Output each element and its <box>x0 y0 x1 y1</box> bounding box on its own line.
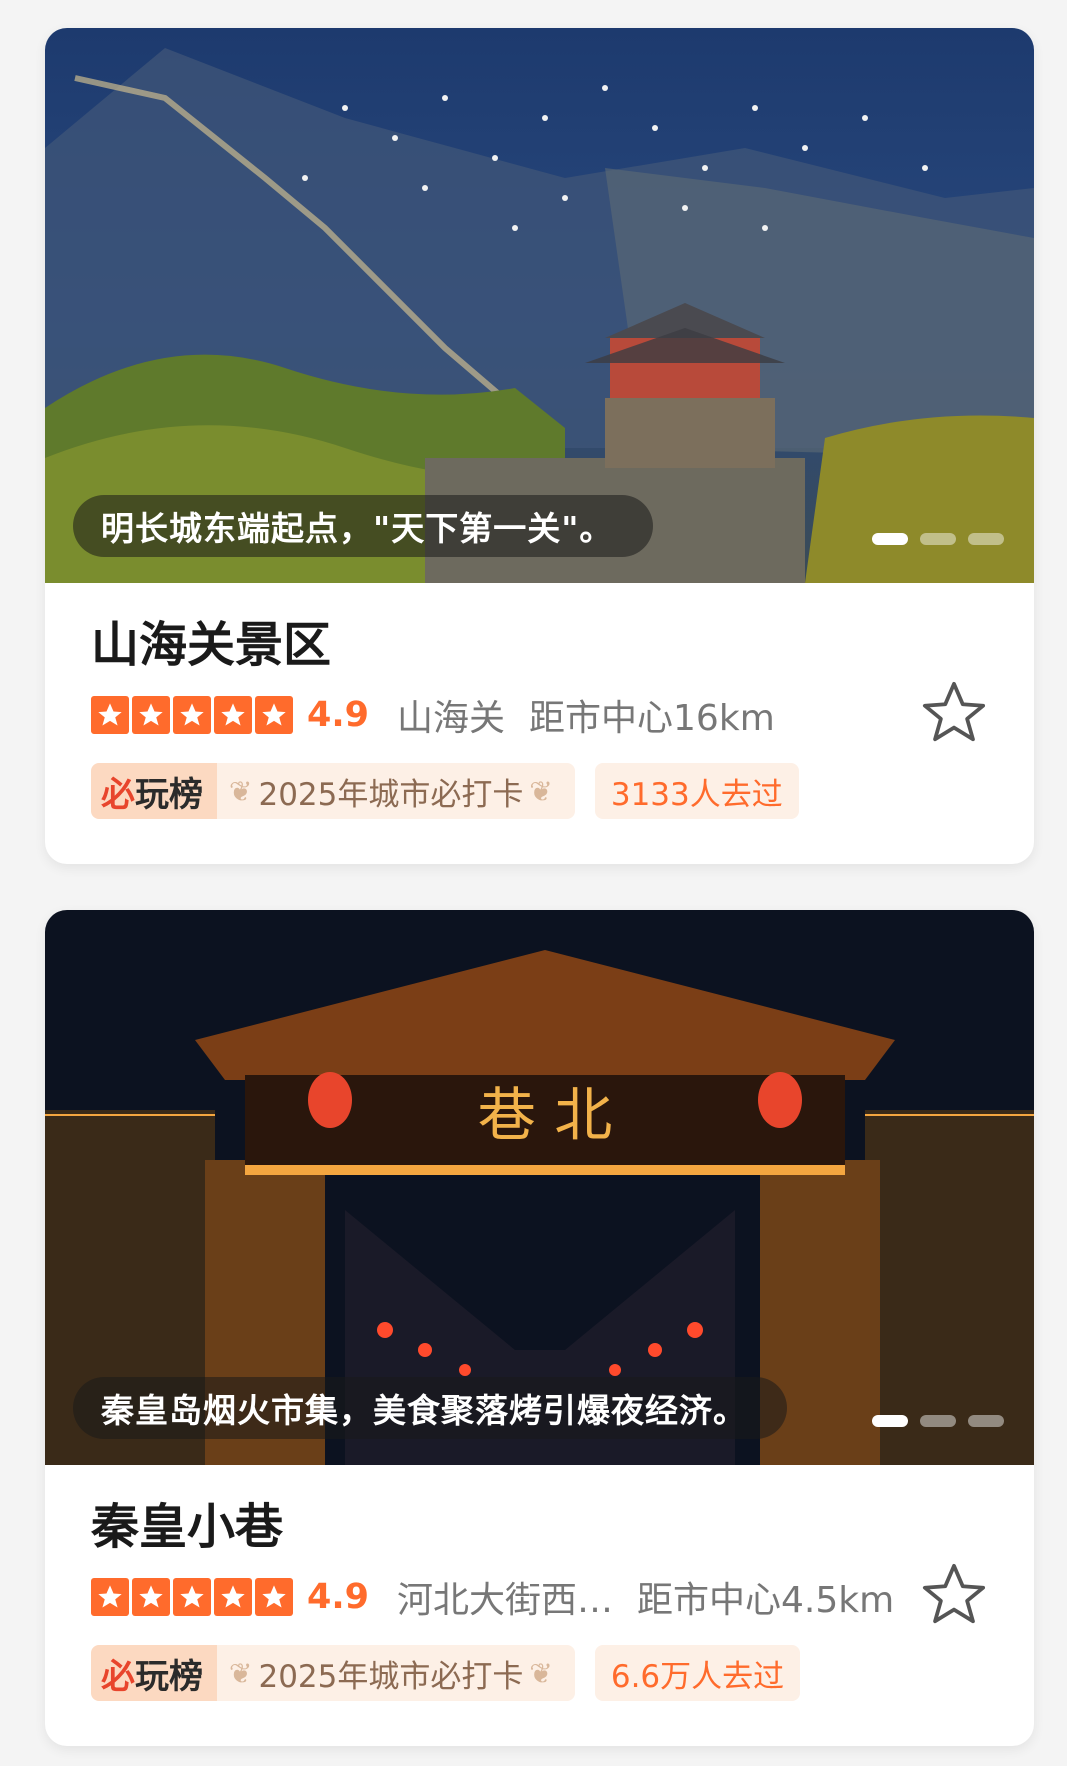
star-icon <box>91 1578 129 1616</box>
image-caption: 秦皇岛烟火市集，美食聚落烤引爆夜经济。 <box>73 1377 787 1439</box>
attraction-card-shanhaiguan[interactable]: 明长城东端起点，"天下第一关"。 山海关景区 4.9 山海关 距市中心16km <box>45 28 1034 864</box>
carousel-dot[interactable] <box>872 533 908 545</box>
image-caption: 明长城东端起点，"天下第一关"。 <box>73 495 654 557</box>
carousel-dot[interactable] <box>872 1415 908 1427</box>
card-info: 山海关景区 4.9 山海关 距市中心16km 必玩榜 ❦ 2025年城市必打卡 <box>45 583 1034 819</box>
hero-image-carousel[interactable]: 巷 北 秦皇岛烟火市集，美食聚落烤引爆夜经济。 <box>45 910 1034 1465</box>
rank-text: ❦ 2025年城市必打卡 ❦ <box>217 763 575 819</box>
carousel-dot[interactable] <box>920 533 956 545</box>
laurel-left-icon: ❦ <box>229 1656 253 1690</box>
star-icon <box>173 696 211 734</box>
carousel-indicator <box>872 1415 1004 1427</box>
distance-text: 距市中心4.5km <box>637 1580 895 1621</box>
meta-row: 4.9 河北大街西… 距市中心4.5km <box>91 1563 1034 1627</box>
rank-text: ❦ 2025年城市必打卡 ❦ <box>217 1645 575 1701</box>
carousel-dot[interactable] <box>968 533 1004 545</box>
visit-count-badge: 6.6万人去过 <box>594 1645 801 1701</box>
attraction-card-qinhuang-alley[interactable]: 巷 北 秦皇岛烟火市集，美食聚落烤引爆夜经济。 秦皇小巷 4.9 河北大街西… … <box>45 910 1034 1746</box>
gate-sign-text: 巷 北 <box>478 1081 612 1149</box>
star-icon <box>132 1578 170 1616</box>
star-icon <box>255 1578 293 1616</box>
tag-row: 必玩榜 ❦ 2025年城市必打卡 ❦ 3133人去过 <box>91 763 1034 819</box>
favorite-star-icon[interactable] <box>918 1560 990 1634</box>
carousel-indicator <box>872 533 1004 545</box>
rating-value: 4.9 <box>307 1577 370 1617</box>
attraction-title[interactable]: 山海关景区 <box>91 611 1034 679</box>
favorite-star-icon[interactable] <box>918 678 990 752</box>
laurel-right-icon: ❦ <box>529 774 553 808</box>
carousel-dot[interactable] <box>920 1415 956 1427</box>
tag-row: 必玩榜 ❦ 2025年城市必打卡 ❦ 6.6万人去过 <box>91 1645 1034 1701</box>
carousel-dot[interactable] <box>968 1415 1004 1427</box>
star-icon <box>214 1578 252 1616</box>
star-icon <box>255 696 293 734</box>
rating-value: 4.9 <box>307 695 370 735</box>
location-text: 河北大街西… <box>397 1580 614 1621</box>
star-rating <box>91 696 293 734</box>
star-icon <box>132 696 170 734</box>
star-icon <box>91 696 129 734</box>
rank-logo: 必玩榜 <box>91 763 217 819</box>
laurel-right-icon: ❦ <box>529 1656 553 1690</box>
location-text: 山海关 <box>397 698 506 739</box>
visit-count-badge: 3133人去过 <box>594 763 799 819</box>
must-play-rank-badge[interactable]: 必玩榜 ❦ 2025年城市必打卡 ❦ <box>91 1645 575 1701</box>
hero-image-carousel[interactable]: 明长城东端起点，"天下第一关"。 <box>45 28 1034 583</box>
distance-text: 距市中心16km <box>529 698 775 739</box>
star-icon <box>173 1578 211 1616</box>
star-rating <box>91 1578 293 1616</box>
rank-logo: 必玩榜 <box>91 1645 217 1701</box>
card-info: 秦皇小巷 4.9 河北大街西… 距市中心4.5km 必玩榜 ❦ 2025年城市必… <box>45 1465 1034 1701</box>
star-icon <box>214 696 252 734</box>
meta-row: 4.9 山海关 距市中心16km <box>91 681 1034 745</box>
must-play-rank-badge[interactable]: 必玩榜 ❦ 2025年城市必打卡 ❦ <box>91 763 575 819</box>
attraction-title[interactable]: 秦皇小巷 <box>91 1493 1034 1561</box>
laurel-left-icon: ❦ <box>229 774 253 808</box>
